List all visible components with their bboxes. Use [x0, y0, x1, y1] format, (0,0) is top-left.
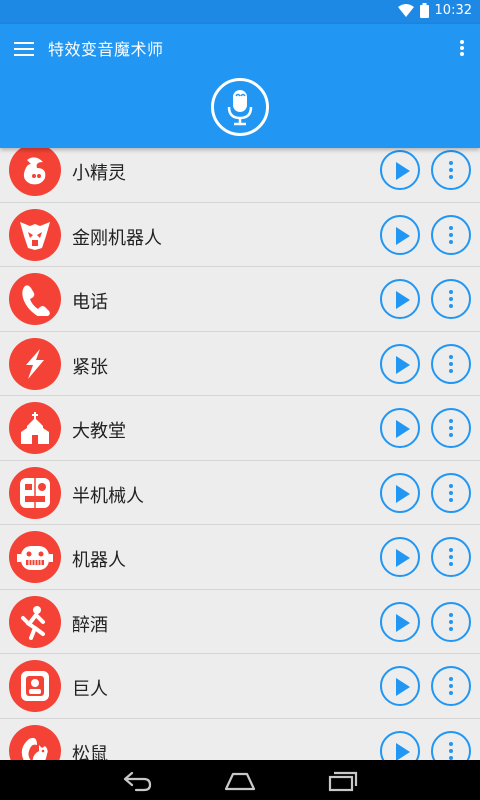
item-label: 巨人 — [72, 679, 108, 700]
more-vertical-icon[interactable] — [431, 730, 471, 760]
play-icon[interactable] — [380, 730, 420, 760]
play-icon[interactable] — [380, 343, 420, 384]
more-vertical-icon[interactable] — [431, 537, 471, 577]
item-label: 大教堂 — [72, 421, 126, 442]
list-item[interactable]: 电话 — [0, 267, 480, 332]
navigation-bar — [0, 760, 480, 800]
play-icon[interactable] — [380, 279, 420, 319]
play-icon[interactable] — [380, 537, 420, 577]
item-label: 电话 — [72, 292, 108, 313]
list-item[interactable]: 松鼠 — [0, 718, 480, 761]
play-icon[interactable] — [380, 601, 420, 642]
more-vertical-icon[interactable] — [431, 214, 471, 255]
battery-icon — [419, 3, 429, 18]
item-label: 松鼠 — [72, 743, 108, 761]
wifi-icon — [397, 3, 414, 17]
item-label: 机器人 — [72, 550, 126, 571]
more-vertical-icon[interactable] — [431, 666, 471, 706]
play-icon[interactable] — [380, 214, 420, 255]
more-vertical-icon[interactable] — [431, 601, 471, 642]
church-icon — [9, 402, 61, 454]
item-label: 醉酒 — [72, 614, 108, 636]
cyborg-icon — [9, 466, 61, 519]
transformer-icon — [9, 208, 61, 261]
squirrel-icon — [9, 724, 61, 760]
item-label: 小精灵 — [72, 163, 126, 184]
more-vertical-icon[interactable] — [431, 343, 471, 384]
play-icon[interactable] — [380, 666, 420, 706]
status-bar: 10:32 — [0, 0, 480, 24]
menu-icon[interactable] — [12, 38, 36, 58]
more-vertical-icon[interactable] — [431, 472, 471, 513]
item-label: 金刚机器人 — [72, 227, 162, 249]
giant-icon — [9, 660, 61, 712]
play-icon[interactable] — [380, 408, 420, 448]
more-vertical-icon[interactable] — [431, 150, 471, 190]
home-icon[interactable] — [223, 768, 257, 792]
list-item[interactable]: 机器人 — [0, 525, 480, 590]
more-vertical-icon[interactable] — [431, 279, 471, 319]
app-title: 特效变音魔术师 — [48, 40, 164, 59]
list-item[interactable]: 紧张 — [0, 331, 480, 396]
list-item[interactable]: 醉酒 — [0, 589, 480, 654]
drunk-icon — [9, 595, 61, 648]
list-item[interactable]: 大教堂 — [0, 396, 480, 461]
play-icon[interactable] — [380, 472, 420, 513]
recents-icon[interactable] — [326, 768, 360, 792]
status-time: 10:32 — [434, 3, 472, 18]
play-icon[interactable] — [380, 150, 420, 190]
item-label: 紧张 — [72, 356, 108, 378]
app-bar: 特效变音魔术师 — [0, 24, 480, 148]
robot-icon — [9, 531, 61, 583]
item-label: 半机械人 — [72, 485, 144, 507]
microphone-icon — [227, 90, 253, 126]
lightning-icon — [9, 337, 61, 390]
list-item[interactable]: 半机械人 — [0, 460, 480, 525]
list-item[interactable]: 小精灵 — [0, 148, 480, 203]
effect-list[interactable]: 小精灵 金刚机器人 电话 紧张 大教堂 半机械人 机器人 醉酒 巨人 松鼠 — [0, 148, 480, 760]
record-button[interactable] — [211, 78, 269, 136]
elf-icon — [9, 148, 61, 196]
list-item[interactable]: 金刚机器人 — [0, 202, 480, 267]
back-icon[interactable] — [120, 768, 154, 792]
more-vertical-icon[interactable] — [431, 408, 471, 448]
overflow-menu-icon[interactable] — [456, 38, 468, 58]
list-item[interactable]: 巨人 — [0, 654, 480, 719]
phone-icon — [9, 273, 61, 325]
